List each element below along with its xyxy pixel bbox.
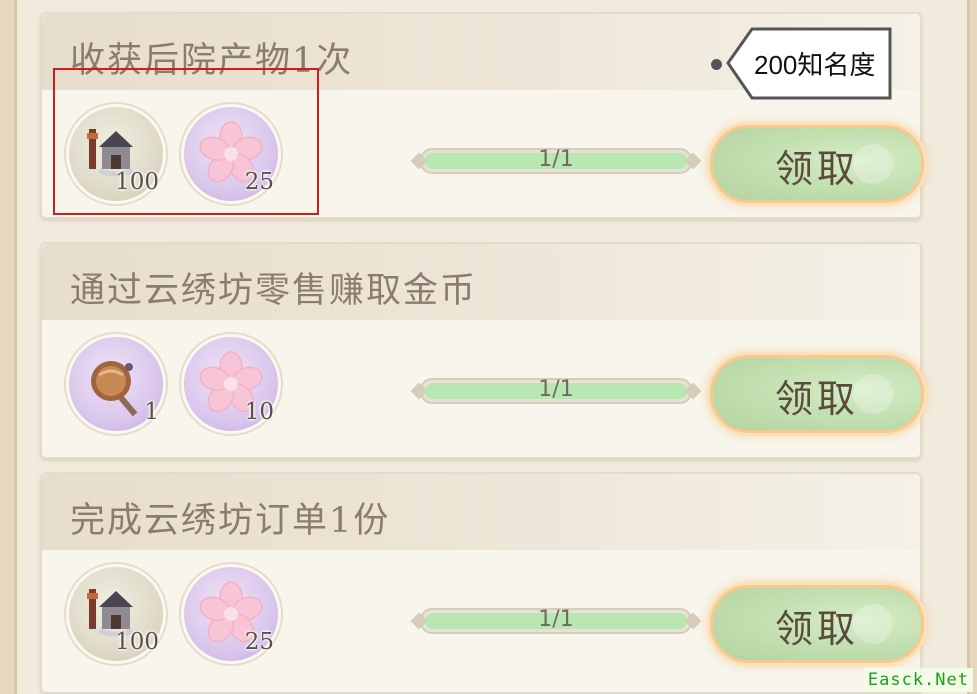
reward-item-sakura[interactable]: 10: [184, 337, 278, 431]
task-card-2: 通过云绣坊零售赚取金币 1 10 1/1 领取: [40, 242, 924, 459]
progress-text: 1/1: [538, 147, 574, 172]
claim-button[interactable]: 领取: [710, 125, 924, 203]
reward-item-mirror[interactable]: 1: [69, 337, 163, 431]
watermark: Easck.Net: [863, 668, 973, 692]
reward-count: 1: [144, 399, 159, 425]
claim-button[interactable]: 领取: [710, 355, 924, 433]
task-title: 通过云绣坊零售赚取金币: [70, 271, 478, 311]
tooltip: 200知名度: [726, 27, 892, 100]
progress-text: 1/1: [538, 607, 574, 632]
reward-item-house[interactable]: 100: [69, 567, 163, 661]
highlight-annotation-box: [53, 68, 319, 215]
reward-count: 100: [115, 629, 159, 655]
task-header: 通过云绣坊零售赚取金币: [42, 244, 920, 320]
task-card-3: 完成云绣坊订单1份 100 25 1/1 领取: [40, 472, 924, 694]
task-header: 完成云绣坊订单1份: [42, 474, 920, 550]
claim-button[interactable]: 领取: [710, 585, 924, 663]
progress-text: 1/1: [538, 377, 574, 402]
progress-bar: 1/1: [410, 147, 702, 174]
task-title: 完成云绣坊订单1份: [70, 501, 391, 541]
tooltip-anchor-dot: [711, 59, 722, 70]
progress-bar: 1/1: [410, 377, 702, 404]
progress-bar: 1/1: [410, 607, 702, 634]
claim-button-label: 领取: [774, 147, 859, 191]
reward-count: 25: [244, 629, 274, 655]
reward-item-sakura[interactable]: 25: [184, 567, 278, 661]
reward-count: 10: [244, 399, 274, 425]
claim-button-label: 领取: [774, 377, 859, 421]
claim-button-label: 领取: [774, 607, 859, 651]
tooltip-text: 200知名度: [754, 50, 876, 80]
